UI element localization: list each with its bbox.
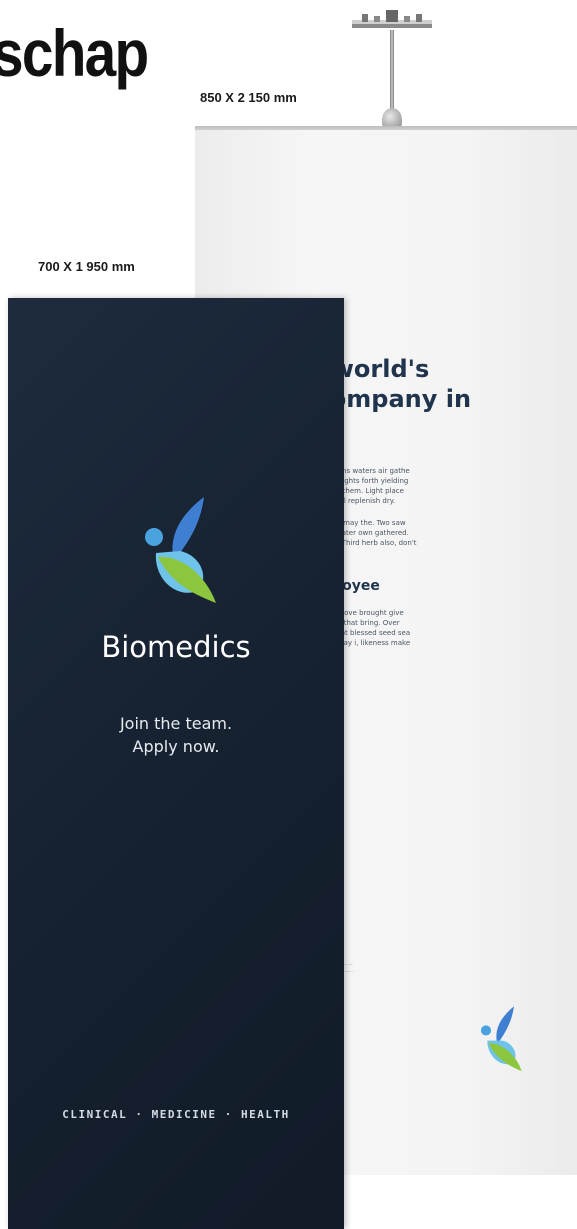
biomedics-logo-icon xyxy=(480,1006,522,1072)
front-banner xyxy=(8,298,344,1229)
banner-footer-tagline: CLINICAL · MEDICINE · HEALTH xyxy=(62,1108,290,1121)
page-heading: schap xyxy=(0,16,149,90)
hanger-rod xyxy=(390,30,394,110)
banner-hanger-clip xyxy=(352,8,452,138)
hanger-clip-bar xyxy=(352,10,432,28)
banner-slogan: Join the team. Apply now. xyxy=(119,714,233,756)
small-banner-dimensions: 700 X 1 950 mm xyxy=(38,259,135,274)
large-banner-dimensions: 850 X 2 150 mm xyxy=(200,90,297,105)
brand-name: Biomedics xyxy=(101,630,251,664)
biomedics-logo-icon xyxy=(145,497,216,603)
